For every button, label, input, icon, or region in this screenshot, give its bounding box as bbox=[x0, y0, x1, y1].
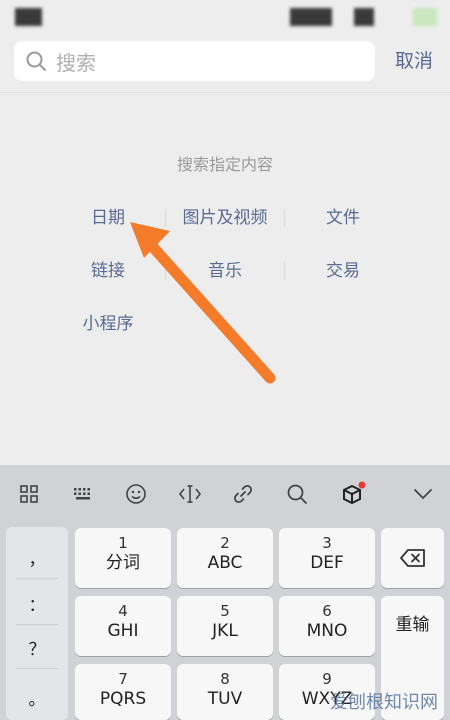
option-date[interactable]: 日期 bbox=[48, 203, 168, 233]
key-number: 6 bbox=[322, 602, 332, 620]
search-hint: 搜索指定内容 bbox=[176, 155, 273, 174]
status-wifi-blur bbox=[354, 8, 374, 26]
status-bar bbox=[0, 0, 450, 36]
key-number: 2 bbox=[220, 534, 230, 552]
key-2-abc[interactable]: 2 ABC bbox=[177, 528, 273, 588]
watermark: 爱刨根知识网 bbox=[330, 692, 438, 713]
option-links[interactable]: 链接 bbox=[48, 256, 168, 286]
key-label: GHI bbox=[107, 621, 139, 641]
reinput-label: 重输 bbox=[395, 615, 430, 635]
cancel-button[interactable]: 取消 bbox=[386, 46, 442, 76]
option-files[interactable]: 文件 bbox=[283, 203, 403, 233]
key-number: 1 bbox=[118, 534, 128, 552]
key-number: 9 bbox=[322, 670, 332, 688]
key-label: JKL bbox=[212, 621, 238, 641]
key-6-mno[interactable]: 6 MNO bbox=[279, 596, 375, 656]
key-7-pqrs[interactable]: 7 PQRS bbox=[75, 664, 171, 720]
option-mini-programs[interactable]: 小程序 bbox=[48, 309, 168, 339]
separator bbox=[16, 624, 58, 625]
key-number: 7 bbox=[118, 670, 128, 688]
search-placeholder: 搜索 bbox=[56, 50, 96, 75]
keyboard-toolbar bbox=[0, 465, 450, 522]
symbol-period[interactable]: 。 bbox=[6, 685, 68, 710]
emoji-icon[interactable] bbox=[121, 479, 151, 509]
key-label: DEF bbox=[310, 553, 344, 573]
symbol-comma[interactable]: ， bbox=[6, 545, 68, 570]
key-5-jkl[interactable]: 5 JKL bbox=[177, 596, 273, 656]
symbol-colon[interactable]: ： bbox=[6, 591, 68, 616]
option-transactions[interactable]: 交易 bbox=[283, 256, 403, 286]
search-icon[interactable] bbox=[282, 479, 312, 509]
key-label: ABC bbox=[207, 553, 243, 573]
key-label: PQRS bbox=[99, 689, 147, 709]
key-number: 5 bbox=[220, 602, 230, 620]
key-8-tuv[interactable]: 8 TUV bbox=[177, 664, 273, 720]
key-number: 8 bbox=[220, 670, 230, 688]
search-icon bbox=[26, 51, 46, 71]
collapse-icon[interactable] bbox=[408, 479, 438, 509]
header-divider bbox=[0, 92, 450, 93]
key-4-ghi[interactable]: 4 GHI bbox=[75, 596, 171, 656]
backspace-key[interactable] bbox=[381, 528, 444, 588]
link-icon[interactable] bbox=[228, 479, 258, 509]
status-time-blur bbox=[15, 8, 42, 26]
key-1-fenci[interactable]: 1 分词 bbox=[75, 528, 171, 588]
option-music[interactable]: 音乐 bbox=[165, 256, 285, 286]
status-signal-blur bbox=[290, 8, 332, 26]
key-label: MNO bbox=[306, 621, 348, 641]
separator bbox=[16, 668, 58, 669]
key-number: 4 bbox=[118, 602, 128, 620]
cursor-icon[interactable] bbox=[175, 479, 205, 509]
key-label: 分词 bbox=[106, 553, 140, 573]
option-images-videos[interactable]: 图片及视频 bbox=[165, 203, 285, 233]
separator bbox=[16, 578, 58, 579]
symbol-question[interactable]: ？ bbox=[6, 635, 68, 660]
keyboard-icon[interactable] bbox=[68, 479, 98, 509]
backspace-icon bbox=[399, 549, 425, 567]
key-3-def[interactable]: 3 DEF bbox=[279, 528, 375, 588]
key-number: 3 bbox=[322, 534, 332, 552]
search-input[interactable]: 搜索 bbox=[14, 41, 375, 81]
cube-icon[interactable] bbox=[338, 479, 368, 509]
grid-icon[interactable] bbox=[14, 479, 44, 509]
key-label: TUV bbox=[207, 689, 243, 709]
status-battery-blur bbox=[413, 8, 437, 26]
